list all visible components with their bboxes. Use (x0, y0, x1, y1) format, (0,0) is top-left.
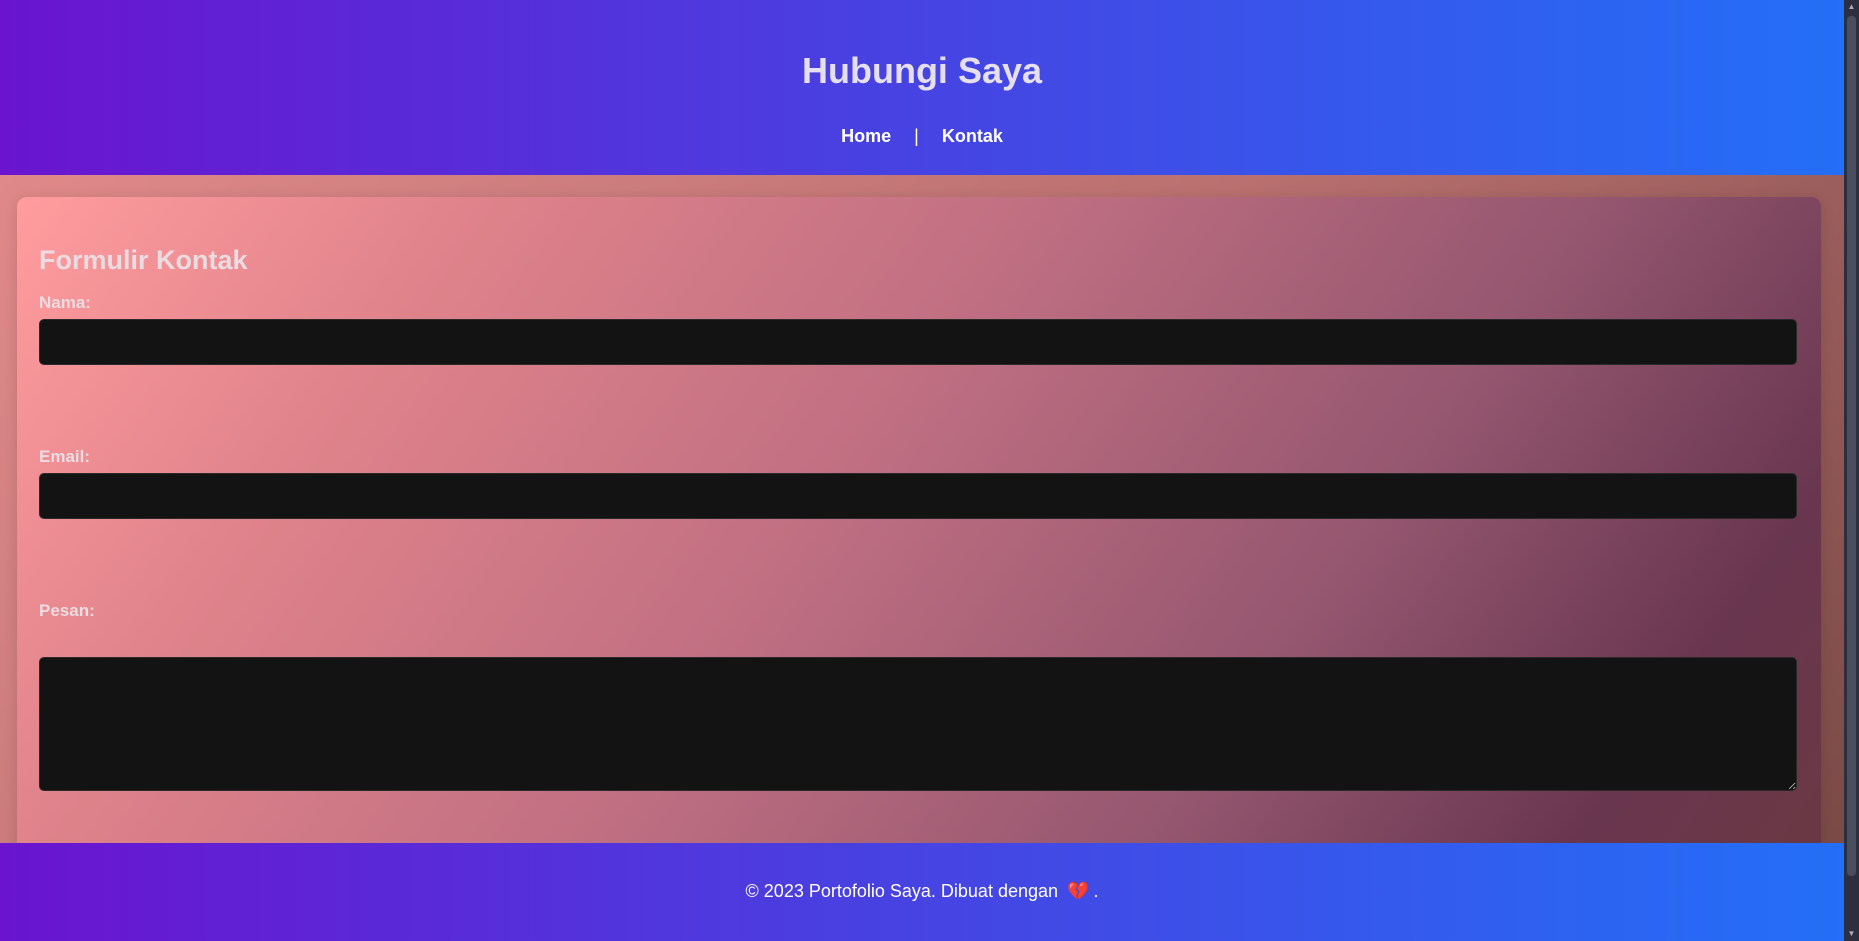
contact-form-card: Formulir Kontak Nama: Email: Pesan: (17, 197, 1821, 877)
nav-contact-link[interactable]: Kontak (942, 126, 1003, 147)
form-title: Formulir Kontak (39, 245, 248, 275)
page-title: Hubungi Saya (801, 50, 1043, 91)
message-label: Pesan: (39, 601, 95, 620)
footer-period: . (1093, 881, 1099, 901)
nav-home-link[interactable]: Home (841, 126, 891, 147)
scroll-down-icon[interactable]: ▼ (1844, 927, 1859, 941)
name-input[interactable] (39, 319, 1797, 365)
scrollbar-thumb[interactable] (1847, 16, 1856, 876)
message-textarea[interactable] (39, 657, 1797, 791)
scroll-up-icon[interactable]: ▲ (1844, 0, 1859, 14)
site-footer: © 2023 Portofolio Saya. Dibuat dengan 💔. (0, 843, 1844, 941)
main-content: Formulir Kontak Nama: Email: Pesan: (0, 175, 1844, 877)
name-label: Nama: (39, 293, 91, 312)
footer-copyright: © 2023 Portofolio Saya. Dibuat dengan (745, 881, 1059, 901)
page: Hubungi Saya Home | Kontak Formulir Kont… (0, 0, 1844, 941)
broken-heart-icon: 💔 (1067, 881, 1090, 901)
vertical-scrollbar[interactable]: ▲ ▼ (1844, 0, 1859, 941)
footer-text: © 2023 Portofolio Saya. Dibuat dengan 💔. (0, 881, 1844, 902)
nav-separator: | (914, 126, 919, 146)
main-nav: Home | Kontak (0, 126, 1844, 147)
email-input[interactable] (39, 473, 1797, 519)
email-label: Email: (39, 447, 91, 466)
site-header: Hubungi Saya Home | Kontak (0, 0, 1844, 175)
